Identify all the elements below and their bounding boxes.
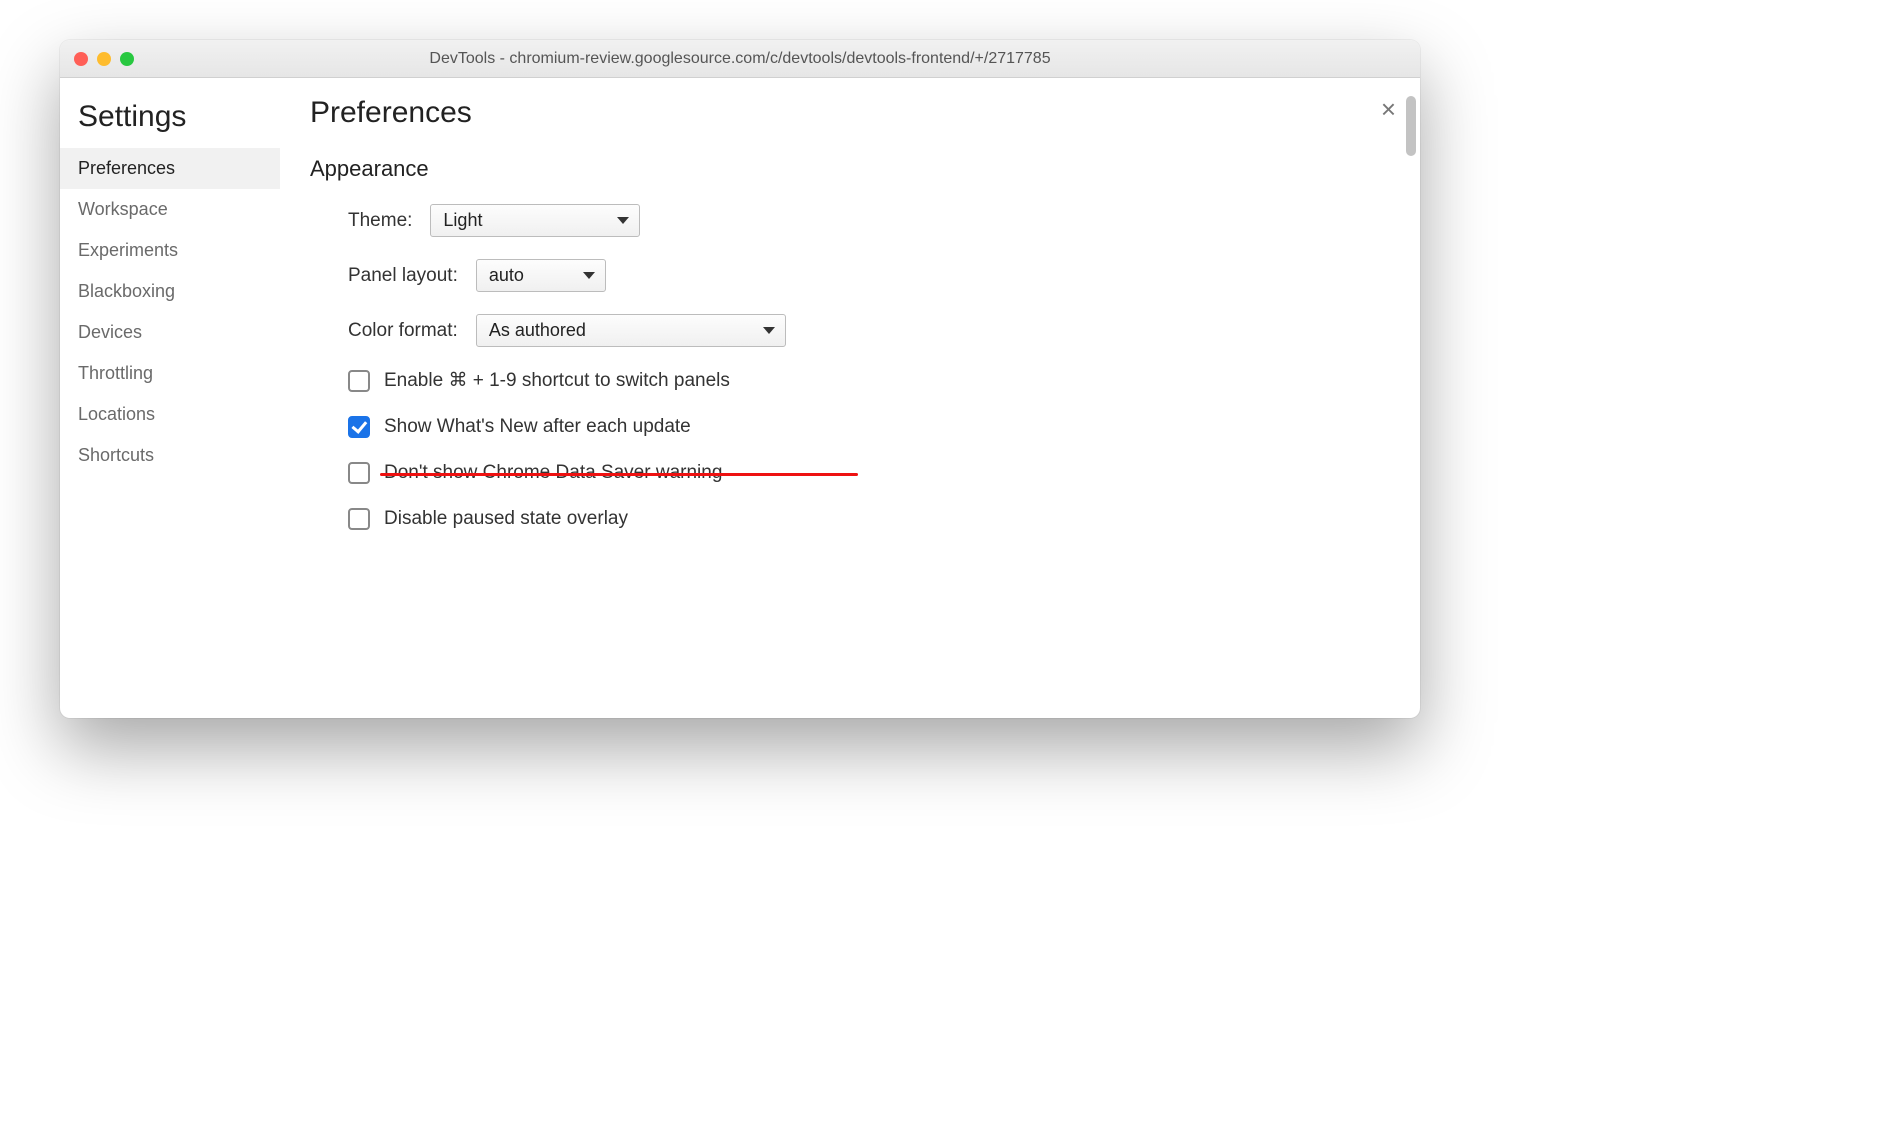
sidebar-item-blackboxing[interactable]: Blackboxing bbox=[60, 271, 280, 312]
panel-layout-select[interactable]: auto bbox=[476, 259, 606, 292]
page-title: Preferences bbox=[310, 96, 1390, 130]
color-format-row: Color format: As authored bbox=[348, 314, 1390, 347]
minimize-window-icon[interactable] bbox=[97, 52, 111, 66]
devtools-window: DevTools - chromium-review.googlesource.… bbox=[60, 40, 1420, 718]
zoom-window-icon[interactable] bbox=[120, 52, 134, 66]
color-format-select-value: As authored bbox=[489, 320, 586, 341]
color-format-select[interactable]: As authored bbox=[476, 314, 786, 347]
sidebar-item-shortcuts[interactable]: Shortcuts bbox=[60, 435, 280, 476]
chevron-down-icon bbox=[583, 272, 595, 279]
settings-content: × Settings Preferences Workspace Experim… bbox=[60, 78, 1420, 718]
chevron-down-icon bbox=[617, 217, 629, 224]
sidebar-item-devices[interactable]: Devices bbox=[60, 312, 280, 353]
check-whats-new: Show What's New after each update bbox=[348, 416, 1390, 438]
panel-layout-row: Panel layout: auto bbox=[348, 259, 1390, 292]
checkbox-paused-overlay[interactable] bbox=[348, 508, 370, 530]
traffic-lights bbox=[74, 52, 134, 66]
sidebar-item-workspace[interactable]: Workspace bbox=[60, 189, 280, 230]
checkbox-label: Show What's New after each update bbox=[384, 416, 691, 438]
sidebar-item-throttling[interactable]: Throttling bbox=[60, 353, 280, 394]
window-title: DevTools - chromium-review.googlesource.… bbox=[60, 50, 1420, 68]
check-data-saver: Don't show Chrome Data Saver warning bbox=[348, 462, 838, 484]
check-paused-overlay: Disable paused state overlay bbox=[348, 508, 1390, 530]
settings-sidebar: Settings Preferences Workspace Experimen… bbox=[60, 78, 280, 718]
sidebar-item-locations[interactable]: Locations bbox=[60, 394, 280, 435]
scrollbar-thumb[interactable] bbox=[1406, 96, 1416, 156]
panel-layout-select-value: auto bbox=[489, 265, 524, 286]
sidebar-item-preferences[interactable]: Preferences bbox=[60, 148, 280, 189]
panel-layout-label: Panel layout: bbox=[348, 265, 458, 287]
checkbox-label: Enable ⌘ + 1-9 shortcut to switch panels bbox=[384, 369, 730, 392]
checkbox-label: Disable paused state overlay bbox=[384, 508, 628, 530]
check-shortcut-panels: Enable ⌘ + 1-9 shortcut to switch panels bbox=[348, 369, 1390, 392]
settings-main: Preferences Appearance Theme: Light Pane… bbox=[280, 78, 1420, 718]
theme-row: Theme: Light bbox=[348, 204, 1390, 237]
chevron-down-icon bbox=[763, 327, 775, 334]
color-format-label: Color format: bbox=[348, 320, 458, 342]
checkbox-shortcut-panels[interactable] bbox=[348, 370, 370, 392]
titlebar: DevTools - chromium-review.googlesource.… bbox=[60, 40, 1420, 78]
theme-label: Theme: bbox=[348, 210, 412, 232]
theme-select-value: Light bbox=[443, 210, 482, 231]
sidebar-item-experiments[interactable]: Experiments bbox=[60, 230, 280, 271]
strike-annotation bbox=[380, 473, 858, 476]
theme-select[interactable]: Light bbox=[430, 204, 640, 237]
sidebar-title: Settings bbox=[60, 98, 280, 148]
checkbox-data-saver[interactable] bbox=[348, 462, 370, 484]
section-appearance-title: Appearance bbox=[310, 156, 1390, 182]
checkbox-whats-new[interactable] bbox=[348, 416, 370, 438]
close-window-icon[interactable] bbox=[74, 52, 88, 66]
